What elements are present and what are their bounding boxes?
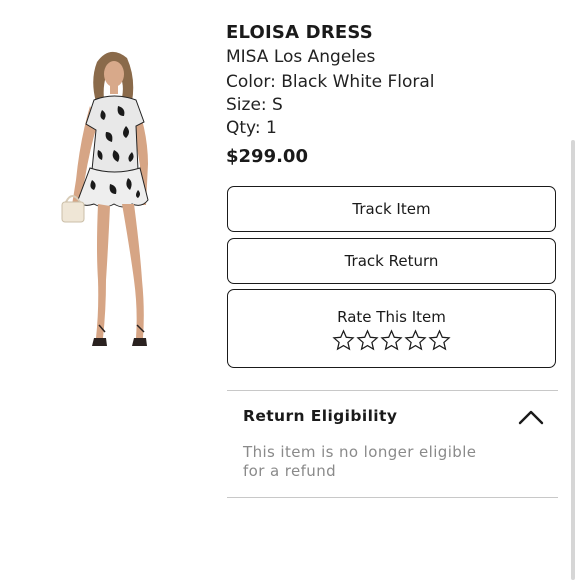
chevron-up-icon[interactable] [518,408,544,426]
star-outline-icon[interactable] [332,329,355,352]
divider [227,497,558,498]
product-size: Size: S [226,95,283,115]
rate-item-label: Rate This Item [337,308,446,326]
scrollbar[interactable] [571,140,575,580]
product-price: $299.00 [226,146,308,167]
divider [227,390,558,391]
star-outline-icon[interactable] [356,329,379,352]
track-item-label: Track Item [352,200,431,218]
return-eligibility-title[interactable]: Return Eligibility [243,407,397,425]
product-name: ELOISA DRESS [226,22,373,43]
product-image [61,51,149,346]
product-details: ELOISA DRESS MISA Los Angeles Color: Bla… [226,20,558,170]
track-return-label: Track Return [344,252,439,270]
product-brand: MISA Los Angeles [226,47,376,67]
track-item-button[interactable]: Track Item [227,186,556,232]
product-color: Color: Black White Floral [226,72,435,92]
star-rating[interactable] [228,329,555,352]
rate-item-button[interactable]: Rate This Item [227,289,556,368]
star-outline-icon[interactable] [428,329,451,352]
star-outline-icon[interactable] [404,329,427,352]
track-return-button[interactable]: Track Return [227,238,556,284]
return-eligibility-message: This item is no longer eligible for a re… [243,443,477,480]
star-outline-icon[interactable] [380,329,403,352]
product-qty: Qty: 1 [226,118,277,138]
